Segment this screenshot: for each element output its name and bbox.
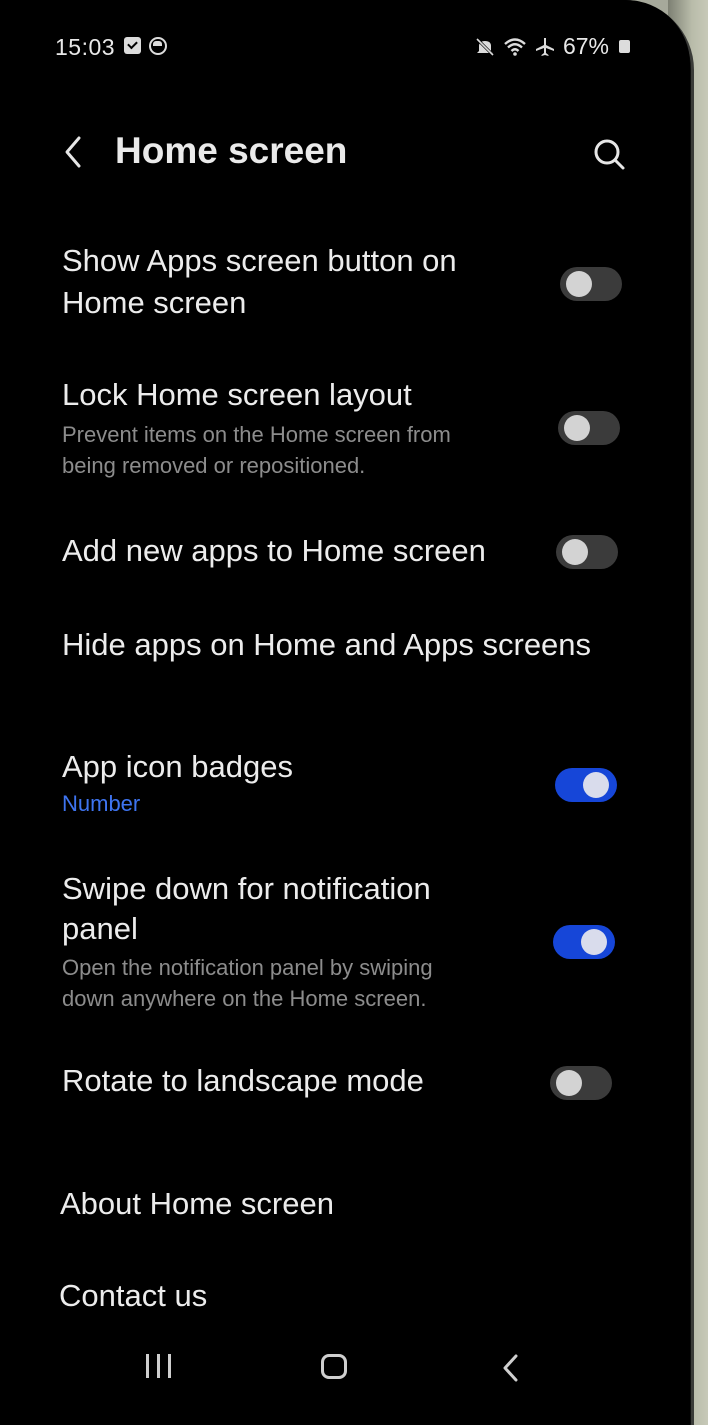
link-label: About Home screen (60, 1186, 334, 1221)
settings-screen: 15:03 67% Home screen Show Apps screen b… (0, 0, 690, 1425)
search-icon[interactable] (590, 135, 630, 175)
setting-description: Prevent items on the Home screen from (62, 422, 451, 447)
toggle-switch[interactable] (555, 768, 617, 802)
toggle-knob (566, 271, 592, 297)
setting-description: being removed or repositioned. (62, 453, 366, 478)
toggle-knob (564, 415, 590, 441)
page-title: Home screen (115, 130, 348, 171)
status-left-icons (124, 37, 167, 55)
battery-icon (619, 40, 630, 53)
setting-description: Open the notification panel by swiping (62, 955, 433, 980)
toggle-switch[interactable] (553, 925, 615, 959)
toggle-switch[interactable] (560, 267, 622, 301)
toggle-knob (562, 539, 588, 565)
status-time: 15:03 (55, 34, 116, 60)
back-button[interactable] (58, 132, 88, 172)
setting-show-apps-button[interactable]: Show Apps screen button on Home screen (0, 238, 690, 328)
link-label: Contact us (59, 1278, 208, 1313)
wifi-icon (504, 37, 526, 56)
status-right-icons: 67% (475, 33, 630, 60)
app-notification-icon (149, 37, 167, 55)
setting-title: Home screen (62, 285, 247, 320)
back-icon[interactable] (500, 1353, 520, 1383)
mute-icon (475, 37, 495, 56)
toggle-switch[interactable] (556, 535, 618, 569)
setting-rotate-landscape[interactable]: Rotate to landscape mode (0, 1058, 690, 1108)
setting-title: App icon badges (62, 749, 293, 784)
setting-title: Show Apps screen button on (62, 243, 457, 278)
setting-title: Hide apps on Home and Apps screens (62, 627, 592, 662)
toggle-switch[interactable] (550, 1066, 612, 1100)
setting-hide-apps[interactable]: Hide apps on Home and Apps screens (0, 622, 690, 682)
setting-title: panel (62, 911, 138, 946)
setting-title: Swipe down for notification (62, 871, 431, 906)
checkbox-notification-icon (124, 37, 141, 54)
setting-title: Lock Home screen layout (62, 377, 412, 412)
setting-title: Add new apps to Home screen (62, 533, 486, 568)
setting-description: down anywhere on the Home screen. (62, 986, 427, 1011)
toggle-knob (583, 772, 609, 798)
navigation-bar (0, 1340, 690, 1400)
recents-icon[interactable] (146, 1354, 171, 1378)
toggle-switch[interactable] (558, 411, 620, 445)
setting-title: Rotate to landscape mode (62, 1063, 424, 1098)
setting-add-new-apps[interactable]: Add new apps to Home screen (0, 528, 690, 578)
setting-swipe-down-notification[interactable]: Swipe down for notification panel Open t… (0, 866, 690, 1016)
toggle-knob (556, 1070, 582, 1096)
airplane-icon (535, 37, 554, 56)
home-icon[interactable] (321, 1354, 347, 1379)
setting-app-icon-badges[interactable]: App icon badges Number (0, 744, 690, 824)
setting-value: Number (62, 791, 141, 816)
battery-percent: 67% (562, 33, 609, 59)
contact-us-link[interactable]: Contact us (0, 1273, 690, 1323)
toggle-knob (581, 929, 607, 955)
setting-lock-layout[interactable]: Lock Home screen layout Prevent items on… (0, 372, 690, 482)
phone-frame: 15:03 67% Home screen Show Apps screen b… (0, 0, 694, 1425)
about-home-screen-link[interactable]: About Home screen (0, 1181, 690, 1231)
